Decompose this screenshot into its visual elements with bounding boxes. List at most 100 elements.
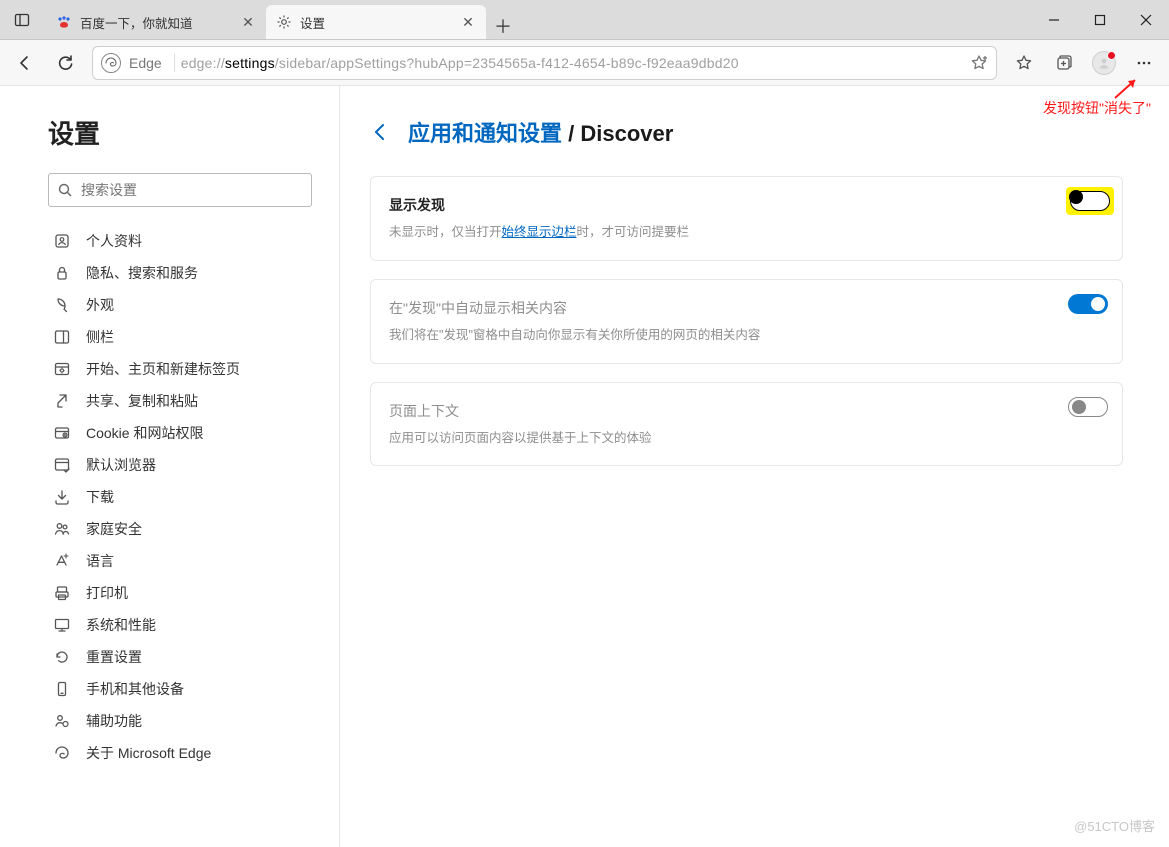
sidebar-item-label: 隐私、搜索和服务 bbox=[86, 263, 198, 283]
minimize-button[interactable] bbox=[1031, 0, 1077, 39]
nav-icon bbox=[52, 712, 72, 730]
nav-icon bbox=[52, 232, 72, 250]
baidu-favicon bbox=[56, 14, 72, 30]
maximize-button[interactable] bbox=[1077, 0, 1123, 39]
sidebar-item-label: 辅助功能 bbox=[86, 711, 142, 731]
search-input[interactable] bbox=[73, 182, 303, 198]
sidebar-item-label: 默认浏览器 bbox=[86, 455, 156, 475]
arrow-icon bbox=[1111, 76, 1141, 100]
card-page-context: 页面上下文 应用可以访问页面内容以提供基于上下文的体验 bbox=[370, 382, 1123, 467]
sidebar-item-label: 打印机 bbox=[86, 583, 128, 603]
nav-icon bbox=[52, 680, 72, 698]
nav-icon bbox=[52, 456, 72, 474]
toggle-auto-show[interactable] bbox=[1068, 294, 1108, 314]
nav-icon bbox=[52, 328, 72, 346]
nav-icon bbox=[52, 296, 72, 314]
tab-settings[interactable]: 设置 ✕ bbox=[266, 5, 486, 39]
highlight-box bbox=[1066, 187, 1114, 215]
sidebar-item-label: 重置设置 bbox=[86, 647, 142, 667]
tab-title: 设置 bbox=[300, 13, 460, 32]
sidebar-item-label: 关于 Microsoft Edge bbox=[86, 743, 211, 763]
page-body: 设置 个人资料隐私、搜索和服务外观侧栏开始、主页和新建标签页共享、复制和粘贴Co… bbox=[0, 86, 1169, 847]
nav-icon bbox=[52, 264, 72, 282]
site-identity: Edge bbox=[129, 55, 162, 71]
sidebar-item-label: 侧栏 bbox=[86, 327, 114, 347]
watermark: @51CTO博客 bbox=[1074, 816, 1155, 835]
breadcrumb-link[interactable]: 应用和通知设置 bbox=[408, 121, 562, 146]
nav-icon bbox=[52, 616, 72, 634]
search-icon bbox=[57, 182, 73, 198]
back-button[interactable] bbox=[6, 44, 44, 82]
sidebar-item[interactable]: 家庭安全 bbox=[48, 513, 319, 545]
sidebar-item[interactable]: 隐私、搜索和服务 bbox=[48, 257, 319, 289]
gear-icon bbox=[276, 14, 292, 30]
tab-close-button[interactable]: ✕ bbox=[240, 14, 256, 31]
window-controls bbox=[1031, 0, 1169, 39]
nav-icon bbox=[52, 488, 72, 506]
breadcrumb-current: Discover bbox=[580, 121, 673, 146]
sidebar-item[interactable]: 外观 bbox=[48, 289, 319, 321]
card-subtitle: 应用可以访问页面内容以提供基于上下文的体验 bbox=[389, 429, 1076, 448]
annotation-text: 发现按钮"消失了" bbox=[1043, 98, 1151, 118]
card-title: 显示发现 bbox=[389, 195, 1076, 215]
nav-icon bbox=[52, 648, 72, 666]
toolbar: Edge edge://settings/sidebar/appSettings… bbox=[0, 40, 1169, 86]
sidebar-item-label: 外观 bbox=[86, 295, 114, 315]
tab-close-button[interactable]: ✕ bbox=[460, 14, 476, 31]
new-tab-button[interactable]: ＋ bbox=[486, 13, 520, 39]
sidebar-item[interactable]: 个人资料 bbox=[48, 225, 319, 257]
sidebar-item[interactable]: 语言 bbox=[48, 545, 319, 577]
sidebar-item-label: 系统和性能 bbox=[86, 615, 156, 635]
sidebar-item[interactable]: 打印机 bbox=[48, 577, 319, 609]
settings-content: 应用和通知设置 / Discover 显示发现 未显示时，仅当打开始终显示边栏时… bbox=[340, 86, 1169, 847]
sidebar-item[interactable]: 开始、主页和新建标签页 bbox=[48, 353, 319, 385]
settings-search[interactable] bbox=[48, 173, 312, 207]
separator bbox=[174, 54, 175, 72]
toggle-page-context[interactable] bbox=[1068, 397, 1108, 417]
nav-icon bbox=[52, 424, 72, 442]
favorite-star-icon[interactable] bbox=[970, 54, 988, 72]
sidebar-item-label: 家庭安全 bbox=[86, 519, 142, 539]
card-subtitle: 我们将在"发现"窗格中自动向你显示有关你所使用的网页的相关内容 bbox=[389, 326, 1076, 345]
tab-baidu[interactable]: 百度一下，你就知道 ✕ bbox=[46, 5, 266, 39]
tab-actions-button[interactable] bbox=[0, 0, 44, 39]
sidebar-item-label: 共享、复制和粘贴 bbox=[86, 391, 198, 411]
nav-icon bbox=[52, 520, 72, 538]
sidebar-item-label: 个人资料 bbox=[86, 231, 142, 251]
sidebar-item[interactable]: 默认浏览器 bbox=[48, 449, 319, 481]
sidebar-item-label: 开始、主页和新建标签页 bbox=[86, 359, 240, 379]
sidebar-item[interactable]: 侧栏 bbox=[48, 321, 319, 353]
tabs-icon bbox=[14, 12, 30, 28]
breadcrumb-back-button[interactable] bbox=[370, 121, 392, 143]
tab-title: 百度一下，你就知道 bbox=[80, 13, 240, 32]
settings-sidebar: 设置 个人资料隐私、搜索和服务外观侧栏开始、主页和新建标签页共享、复制和粘贴Co… bbox=[0, 86, 340, 847]
edge-icon bbox=[101, 53, 121, 73]
card-title: 在"发现"中自动显示相关内容 bbox=[389, 298, 1076, 318]
refresh-button[interactable] bbox=[46, 44, 84, 82]
tab-strip: 百度一下，你就知道 ✕ 设置 ✕ ＋ bbox=[44, 0, 1031, 39]
nav-icon bbox=[52, 360, 72, 378]
sidebar-item[interactable]: 共享、复制和粘贴 bbox=[48, 385, 319, 417]
nav-icon bbox=[52, 744, 72, 762]
breadcrumb: 应用和通知设置 / Discover bbox=[370, 116, 1123, 148]
sidebar-item-label: 手机和其他设备 bbox=[86, 679, 184, 699]
close-window-button[interactable] bbox=[1123, 0, 1169, 39]
sidebar-item-label: Cookie 和网站权限 bbox=[86, 423, 203, 443]
nav-icon bbox=[52, 584, 72, 602]
address-bar[interactable]: Edge edge://settings/sidebar/appSettings… bbox=[92, 46, 997, 80]
sidebar-item[interactable]: 系统和性能 bbox=[48, 609, 319, 641]
sidebar-item[interactable]: 关于 Microsoft Edge bbox=[48, 737, 319, 769]
toggle-show-discover[interactable] bbox=[1070, 191, 1110, 211]
annotation: 发现按钮"消失了" bbox=[1043, 76, 1151, 118]
favorites-button[interactable] bbox=[1005, 44, 1043, 82]
url-text: edge://settings/sidebar/appSettings?hubA… bbox=[181, 55, 970, 71]
always-show-sidebar-link[interactable]: 始终显示边栏 bbox=[502, 225, 577, 239]
sidebar-item[interactable]: Cookie 和网站权限 bbox=[48, 417, 319, 449]
card-title: 页面上下文 bbox=[389, 401, 1076, 421]
card-auto-show-content: 在"发现"中自动显示相关内容 我们将在"发现"窗格中自动向你显示有关你所使用的网… bbox=[370, 279, 1123, 364]
sidebar-item[interactable]: 重置设置 bbox=[48, 641, 319, 673]
sidebar-item[interactable]: 手机和其他设备 bbox=[48, 673, 319, 705]
sidebar-item[interactable]: 辅助功能 bbox=[48, 705, 319, 737]
sidebar-item[interactable]: 下载 bbox=[48, 481, 319, 513]
title-bar: 百度一下，你就知道 ✕ 设置 ✕ ＋ bbox=[0, 0, 1169, 40]
